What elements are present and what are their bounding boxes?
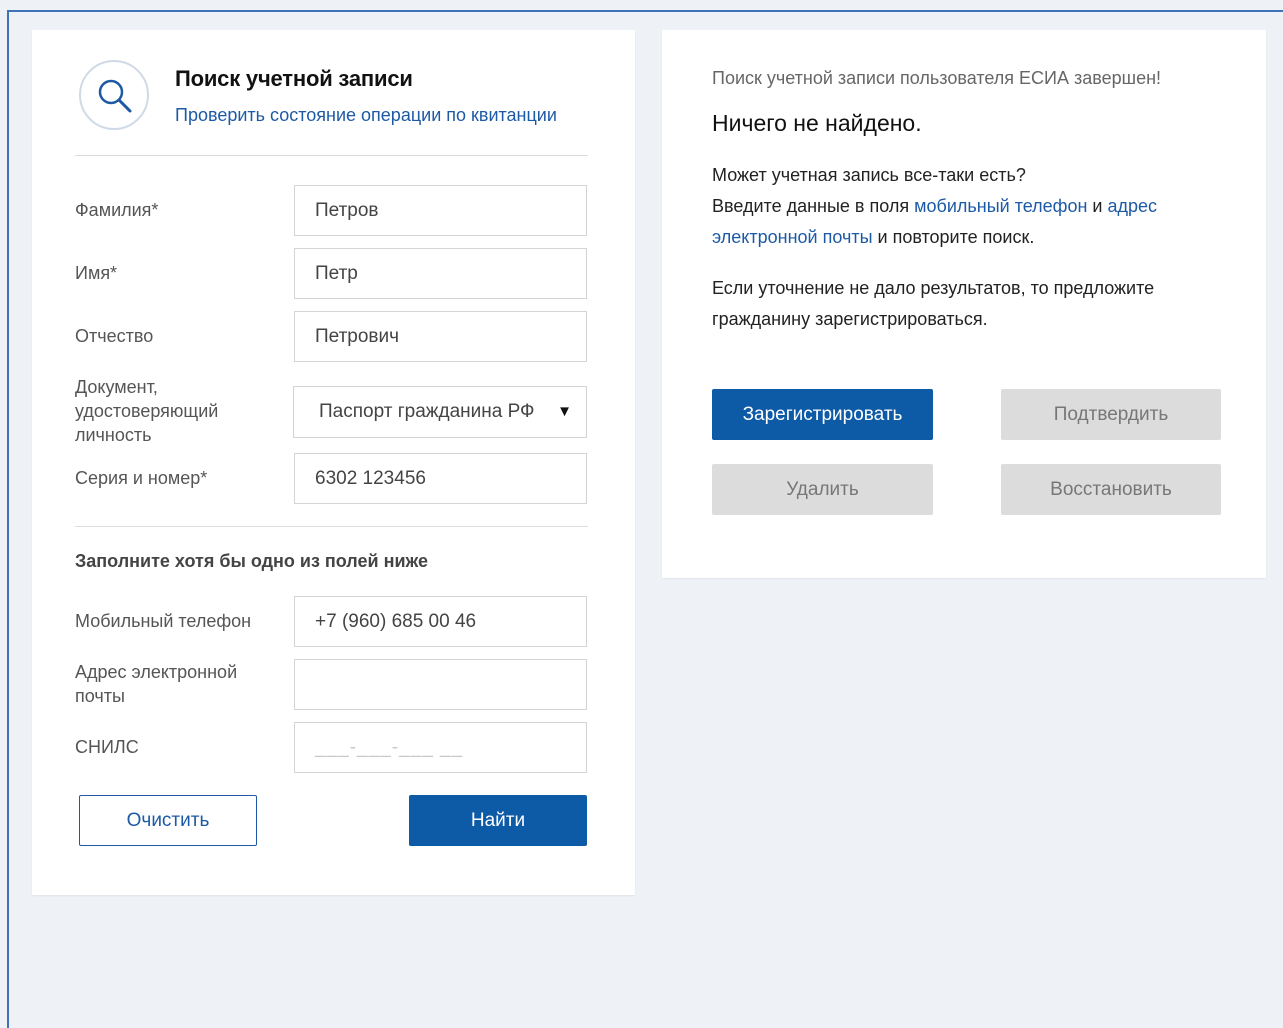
last-name-input[interactable]: Петров [294,185,587,236]
register-button[interactable]: Зарегистрировать [712,389,933,440]
hint-paragraph: Может учетная запись все-таки есть? Введ… [712,160,1222,253]
clear-button[interactable]: Очистить [79,795,257,846]
first-name-label: Имя* [75,263,118,283]
check-receipt-link[interactable]: Проверить состояние операции по квитанци… [175,105,557,126]
mobile-input[interactable]: +7 (960) 685 00 46 [294,596,587,647]
mobile-phone-link[interactable]: мобильный телефон [914,196,1087,216]
hint-pre: Введите данные в поля [712,196,915,216]
search-status-text: Поиск учетной записи пользователя ЕСИА з… [712,68,1162,88]
chevron-down-icon: ▼ [557,403,572,420]
search-icon [79,60,149,130]
first-name-input[interactable]: Петр [294,248,587,299]
find-button[interactable]: Найти [409,795,587,846]
email-label: Адрес электронной почты [75,662,238,706]
suggest-register-text: Если уточнение не дало результатов, то п… [712,278,1155,329]
hint-and: и [1087,196,1108,216]
email-input[interactable] [294,659,587,710]
patronymic-input[interactable]: Петрович [294,311,587,362]
nothing-found-heading: Ничего не найдено. [712,110,922,136]
hint-post: и повторите поиск. [872,227,1035,247]
form-title: Поиск учетной записи [175,66,413,91]
snils-label: СНИЛС [75,737,139,757]
document-label: Документ, удостоверяющий личность [75,377,219,445]
divider [75,526,588,527]
document-select-value: Паспорт гражданина РФ [319,401,535,422]
snils-mask: ___-___-___ __ [315,737,464,758]
series-number-input[interactable]: 6302 123456 [294,453,587,504]
hint-line1: Может учетная запись все-таки есть? [712,165,1026,185]
divider [75,155,588,156]
optional-fields-heading: Заполните хотя бы одно из полей ниже [75,551,429,571]
patronymic-label: Отчество [75,326,154,346]
last-name-label: Фамилия* [75,200,159,220]
confirm-button[interactable]: Подтвердить [1001,389,1221,440]
mobile-label: Мобильный телефон [75,611,252,631]
delete-button[interactable]: Удалить [712,464,933,515]
restore-button[interactable]: Восстановить [1001,464,1221,515]
snils-input[interactable]: ___-___-___ __ [294,722,587,773]
document-select[interactable]: Паспорт гражданина РФ ▼ [293,386,587,438]
series-number-label: Серия и номер* [75,468,208,488]
